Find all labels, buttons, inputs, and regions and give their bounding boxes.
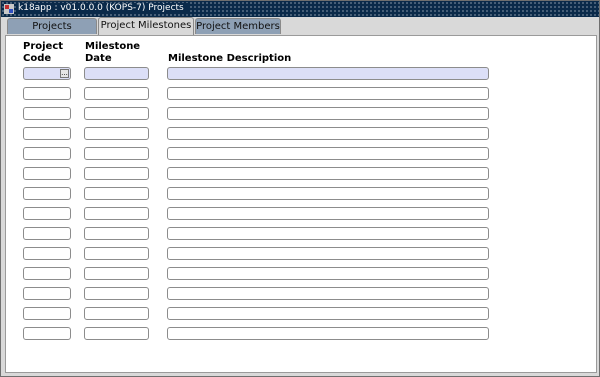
milestone-description-field[interactable] — [167, 307, 489, 320]
column-header-milestone-description: Milestone Description — [168, 53, 292, 64]
project-code-field[interactable] — [23, 207, 71, 220]
app-icon — [4, 4, 14, 14]
tab-projects[interactable]: Projects — [7, 18, 97, 34]
milestones-panel: Project Code Milestone Date Milestone De… — [5, 35, 597, 373]
milestone-description-field[interactable] — [167, 87, 489, 100]
milestone-date-field[interactable] — [84, 187, 149, 200]
milestone-date-field[interactable] — [84, 227, 149, 240]
milestone-date-field[interactable] — [84, 167, 149, 180]
milestone-description-field[interactable] — [167, 267, 489, 280]
tab-strip: Projects Project Milestones Project Memb… — [1, 17, 599, 35]
milestone-date-field[interactable] — [84, 307, 149, 320]
project-code-field[interactable] — [23, 247, 71, 260]
project-code-field[interactable] — [23, 267, 71, 280]
project-code-field[interactable] — [23, 307, 71, 320]
milestone-description-field[interactable] — [167, 107, 489, 120]
project-code-field[interactable] — [23, 107, 71, 120]
lov-button[interactable]: ... — [60, 69, 69, 78]
milestone-date-field[interactable] — [84, 207, 149, 220]
milestone-description-field[interactable] — [167, 327, 489, 340]
milestone-description-field[interactable] — [167, 167, 489, 180]
milestone-date-field[interactable] — [84, 147, 149, 160]
project-code-field[interactable] — [23, 147, 71, 160]
tab-project-milestones[interactable]: Project Milestones — [98, 17, 194, 35]
milestone-date-field[interactable] — [84, 67, 149, 80]
milestone-description-field[interactable] — [167, 287, 489, 300]
project-code-field[interactable] — [23, 227, 71, 240]
project-code-field[interactable] — [23, 87, 71, 100]
milestone-description-field[interactable] — [167, 227, 489, 240]
title-bar[interactable]: k18app : v01.0.0.0 (KOPS-7) Projects — [1, 1, 599, 17]
project-code-field[interactable] — [23, 187, 71, 200]
project-code-field[interactable] — [23, 167, 71, 180]
column-header-milestone-date: Milestone Date — [85, 41, 141, 64]
milestone-date-field[interactable] — [84, 267, 149, 280]
milestone-description-field[interactable] — [167, 247, 489, 260]
milestone-description-field[interactable] — [167, 187, 489, 200]
milestone-description-field[interactable] — [167, 127, 489, 140]
project-code-field[interactable] — [23, 327, 71, 340]
window-title: k18app : v01.0.0.0 (KOPS-7) Projects — [18, 3, 188, 13]
milestone-date-field[interactable] — [84, 327, 149, 340]
milestone-description-field[interactable] — [167, 147, 489, 160]
column-header-project-code: Project Code — [23, 41, 64, 64]
tab-project-members[interactable]: Project Members — [195, 18, 281, 34]
project-code-field[interactable] — [23, 287, 71, 300]
milestone-date-field[interactable] — [84, 247, 149, 260]
project-code-field[interactable] — [23, 127, 71, 140]
milestone-date-field[interactable] — [84, 127, 149, 140]
milestone-description-field[interactable] — [167, 67, 489, 80]
milestone-date-field[interactable] — [84, 107, 149, 120]
project-code-field[interactable]: ... — [23, 67, 71, 80]
milestone-date-field[interactable] — [84, 287, 149, 300]
milestone-description-field[interactable] — [167, 207, 489, 220]
app-window: k18app : v01.0.0.0 (KOPS-7) Projects Pro… — [0, 0, 600, 377]
milestone-date-field[interactable] — [84, 87, 149, 100]
